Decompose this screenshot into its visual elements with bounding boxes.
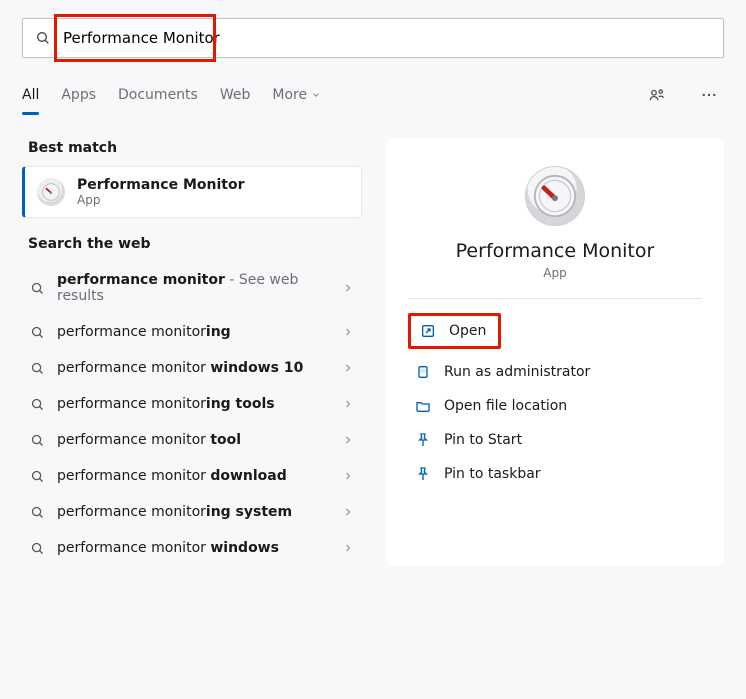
tab-web[interactable]: Web — [220, 83, 251, 107]
search-icon — [30, 281, 45, 296]
filter-tabs: All Apps Documents Web More — [22, 80, 724, 110]
search-icon — [30, 541, 45, 556]
chevron-right-icon — [342, 282, 354, 294]
preview-app-icon — [525, 166, 585, 226]
best-match-result[interactable]: Performance Monitor App — [22, 166, 362, 218]
pin-icon — [415, 432, 431, 448]
action-admin-label: Run as administrator — [444, 364, 590, 380]
search-icon — [30, 397, 45, 412]
preview-panel: Performance Monitor App Open Run as admi… — [386, 138, 724, 566]
open-icon — [420, 323, 436, 339]
tab-apps[interactable]: Apps — [61, 83, 96, 107]
search-web-header: Search the web — [28, 236, 362, 252]
tab-more[interactable]: More — [272, 83, 321, 107]
people-icon — [648, 86, 666, 104]
web-result-label: performance monitor - See web results — [57, 272, 330, 304]
web-result-label: performance monitor windows 10 — [57, 360, 330, 376]
web-result[interactable]: performance monitor windows — [22, 530, 362, 566]
tab-all[interactable]: All — [22, 83, 39, 107]
search-icon — [30, 433, 45, 448]
web-result-label: performance monitoring system — [57, 504, 330, 520]
preview-subtitle: App — [543, 266, 566, 280]
start-search-window: All Apps Documents Web More Best match P… — [0, 0, 746, 699]
ellipsis-icon — [700, 86, 718, 104]
web-result-label: performance monitor download — [57, 468, 330, 484]
best-match-subtitle: App — [77, 193, 244, 207]
web-results-list: performance monitor - See web results per… — [22, 262, 362, 566]
gauge-icon — [41, 182, 61, 202]
web-result[interactable]: performance monitor - See web results — [22, 262, 362, 314]
more-options-icon[interactable] — [694, 80, 724, 110]
chevron-right-icon — [342, 362, 354, 374]
action-pin-to-taskbar[interactable]: Pin to taskbar — [408, 457, 702, 491]
best-match-title: Performance Monitor — [77, 177, 244, 193]
action-location-label: Open file location — [444, 398, 567, 414]
web-result[interactable]: performance monitor tool — [22, 422, 362, 458]
web-result-label: performance monitor tool — [57, 432, 330, 448]
search-icon — [30, 325, 45, 340]
web-result[interactable]: performance monitoring system — [22, 494, 362, 530]
action-open-file-location[interactable]: Open file location — [408, 389, 702, 423]
chevron-right-icon — [342, 470, 354, 482]
search-icon — [30, 469, 45, 484]
chevron-right-icon — [342, 506, 354, 518]
search-icon — [30, 505, 45, 520]
action-pin-to-start[interactable]: Pin to Start — [408, 423, 702, 457]
preview-title: Performance Monitor — [456, 240, 655, 262]
chevron-right-icon — [342, 326, 354, 338]
action-pin-start-label: Pin to Start — [444, 432, 522, 448]
action-open[interactable]: Open — [413, 318, 492, 344]
web-result-label: performance monitoring — [57, 324, 330, 340]
tab-documents[interactable]: Documents — [118, 83, 198, 107]
search-bar[interactable] — [22, 18, 724, 58]
folder-icon — [415, 398, 431, 414]
web-result[interactable]: performance monitoring — [22, 314, 362, 350]
action-run-as-admin[interactable]: Run as administrator — [408, 355, 702, 389]
web-result-label: performance monitor windows — [57, 540, 330, 556]
action-open-label: Open — [449, 323, 486, 339]
web-result-label: performance monitoring tools — [57, 396, 330, 412]
results-column: Best match Performance Monitor App Searc… — [22, 138, 362, 566]
pin-icon — [415, 466, 431, 482]
preview-actions: Open Run as administrator Open file loca… — [408, 313, 702, 491]
action-pin-taskbar-label: Pin to taskbar — [444, 466, 541, 482]
search-context-icon[interactable] — [642, 80, 672, 110]
best-match-text: Performance Monitor App — [77, 177, 244, 207]
web-result[interactable]: performance monitor download — [22, 458, 362, 494]
chevron-right-icon — [342, 542, 354, 554]
gauge-icon — [533, 174, 577, 218]
chevron-down-icon — [311, 90, 321, 100]
preview-hero: Performance Monitor App — [408, 160, 702, 299]
chevron-right-icon — [342, 398, 354, 410]
web-result[interactable]: performance monitoring tools — [22, 386, 362, 422]
search-icon — [30, 361, 45, 376]
app-icon — [37, 178, 65, 206]
shield-icon — [415, 364, 431, 380]
web-result[interactable]: performance monitor windows 10 — [22, 350, 362, 386]
annotation-highlight-open: Open — [408, 313, 501, 349]
chevron-right-icon — [342, 434, 354, 446]
search-icon — [35, 30, 51, 46]
search-input[interactable] — [61, 19, 711, 57]
best-match-header: Best match — [28, 140, 362, 156]
